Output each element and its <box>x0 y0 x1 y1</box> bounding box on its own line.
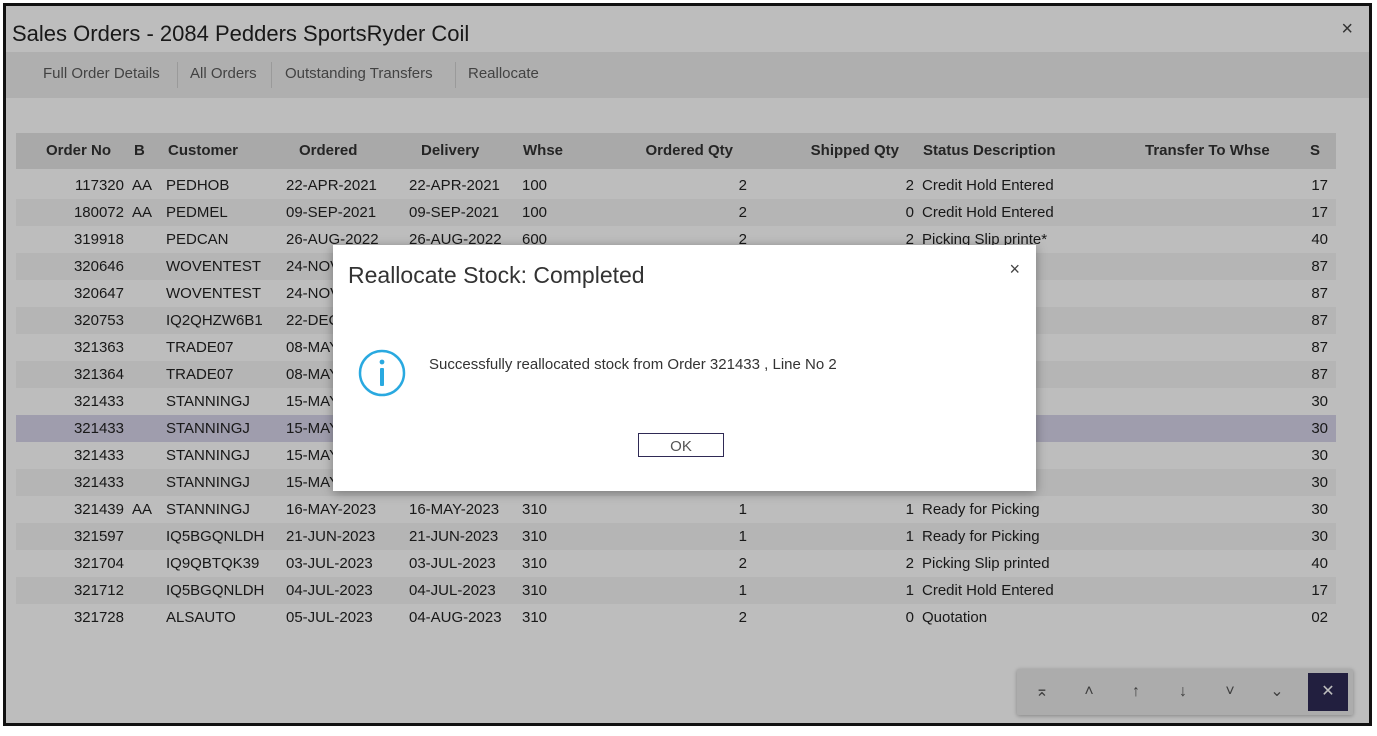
reallocate-completed-dialog: Reallocate Stock: Completed × Successful… <box>333 245 1036 491</box>
sales-orders-window: Sales Orders - 2084 Pedders SportsRyder … <box>3 3 1372 726</box>
dialog-message: Successfully reallocated stock from Orde… <box>429 356 837 373</box>
dialog-title: Reallocate Stock: Completed <box>348 262 645 288</box>
ok-button[interactable]: OK <box>638 433 724 457</box>
dialog-close-icon[interactable]: × <box>1009 259 1020 280</box>
info-icon <box>357 348 407 403</box>
